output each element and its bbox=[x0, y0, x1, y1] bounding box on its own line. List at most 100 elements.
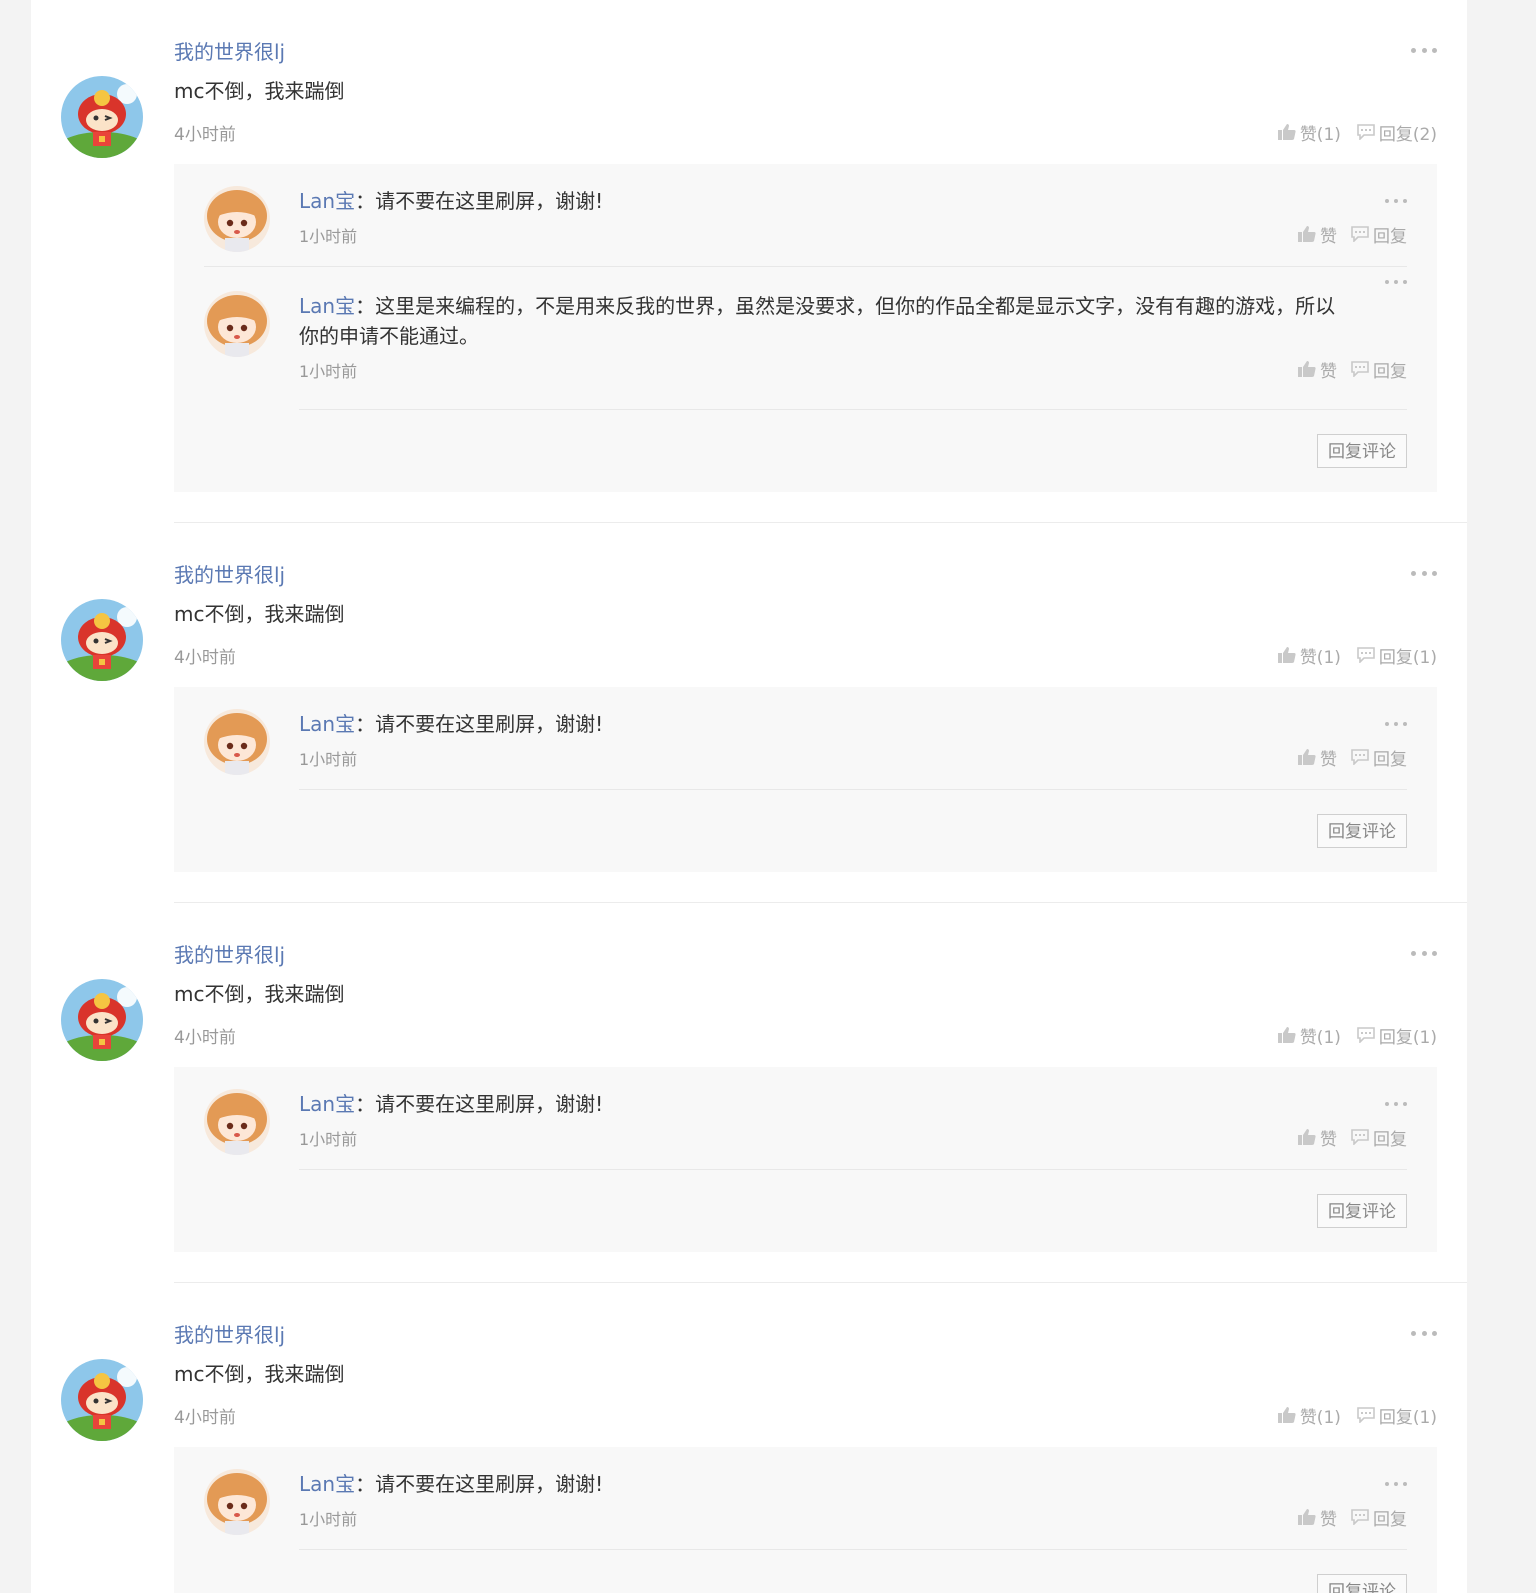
avatar[interactable] bbox=[61, 979, 143, 1061]
comment-author-link[interactable]: 我的世界很lj bbox=[174, 38, 1437, 66]
more-dots-icon[interactable] bbox=[1411, 563, 1437, 583]
more-dots-icon[interactable] bbox=[1385, 1095, 1407, 1113]
reply-count-label: 回复(1) bbox=[1378, 648, 1437, 668]
comment-author-link[interactable]: 我的世界很lj bbox=[174, 941, 1437, 969]
more-dots-icon[interactable] bbox=[1385, 192, 1407, 210]
reply-separator: ： bbox=[355, 1092, 376, 1116]
reply-author-link[interactable]: Lan宝 bbox=[299, 294, 355, 318]
avatar[interactable] bbox=[61, 599, 143, 681]
reply-item: Lan宝：请不要在这里刷屏，谢谢! 1小时前 赞 回复 bbox=[204, 1469, 1407, 1549]
like-label: 赞 bbox=[1320, 227, 1337, 247]
thumbs-up-icon bbox=[1298, 1125, 1316, 1155]
avatar[interactable] bbox=[204, 1089, 270, 1155]
comment-item: 我的世界很lj mc不倒，我来踹倒 4小时前 赞(1) 回复(2) Lan宝：请… bbox=[31, 0, 1467, 522]
comment-author-link[interactable]: 我的世界很lj bbox=[174, 1321, 1437, 1349]
reply-comment-button[interactable]: 回复评论 bbox=[1317, 814, 1407, 848]
reply-timestamp: 1小时前 bbox=[299, 750, 358, 769]
comment-timestamp: 4小时前 bbox=[174, 125, 236, 145]
more-dots-icon[interactable] bbox=[1411, 40, 1437, 60]
reply-button[interactable]: 回复 bbox=[1351, 357, 1407, 387]
reply-comment-button[interactable]: 回复评论 bbox=[1317, 1574, 1407, 1593]
reply-button[interactable]: 回复 bbox=[1351, 745, 1407, 775]
comment-item: 我的世界很lj mc不倒，我来踹倒 4小时前 赞(1) 回复(1) Lan宝：请… bbox=[61, 522, 1467, 902]
reply-count-label: 回复(1) bbox=[1378, 1408, 1437, 1428]
thumbs-up-icon bbox=[1298, 357, 1316, 387]
thumbs-up-icon bbox=[1277, 1023, 1296, 1053]
reply-timestamp: 1小时前 bbox=[299, 227, 358, 246]
reply-button[interactable]: 回复 bbox=[1351, 1125, 1407, 1155]
reply-comment-button[interactable]: 回复评论 bbox=[1317, 434, 1407, 468]
comment-timestamp: 4小时前 bbox=[174, 1028, 236, 1048]
reply-label: 回复 bbox=[1373, 1510, 1407, 1530]
more-dots-icon[interactable] bbox=[1385, 715, 1407, 733]
avatar[interactable] bbox=[204, 186, 270, 252]
avatar[interactable] bbox=[204, 291, 270, 357]
thumbs-up-icon bbox=[1298, 745, 1316, 775]
reply-author-link[interactable]: Lan宝 bbox=[299, 1472, 355, 1496]
reply-label: 回复 bbox=[1373, 1130, 1407, 1150]
reply-item: Lan宝：请不要在这里刷屏，谢谢! 1小时前 赞 回复 bbox=[204, 1089, 1407, 1169]
more-dots-icon[interactable] bbox=[1411, 1323, 1437, 1343]
reply-content: Lan宝：这里是来编程的，不是用来反我的世界，虽然是没要求，但你的作品全都是显示… bbox=[299, 291, 1407, 351]
like-button[interactable]: 赞 bbox=[1298, 222, 1337, 252]
like-button[interactable]: 赞(1) bbox=[1277, 120, 1341, 150]
like-label: 赞 bbox=[1320, 750, 1337, 770]
speech-bubble-icon bbox=[1351, 1505, 1369, 1535]
speech-bubble-icon bbox=[1351, 222, 1369, 252]
avatar[interactable] bbox=[61, 76, 143, 158]
reply-label: 回复 bbox=[1373, 227, 1407, 247]
avatar[interactable] bbox=[61, 1359, 143, 1441]
avatar[interactable] bbox=[204, 1469, 270, 1535]
reply-thread: Lan宝：请不要在这里刷屏，谢谢! 1小时前 赞 回复 回复评论 bbox=[174, 1067, 1437, 1252]
comment-author-link[interactable]: 我的世界很lj bbox=[174, 561, 1437, 589]
reply-toggle-button[interactable]: 回复(1) bbox=[1357, 643, 1437, 673]
like-button[interactable]: 赞 bbox=[1298, 1125, 1337, 1155]
comment-item: 我的世界很lj mc不倒，我来踹倒 4小时前 赞(1) 回复(1) Lan宝：请… bbox=[61, 902, 1467, 1282]
reply-separator: ： bbox=[355, 712, 376, 736]
speech-bubble-icon bbox=[1351, 357, 1369, 387]
reply-timestamp: 1小时前 bbox=[299, 362, 358, 381]
speech-bubble-icon bbox=[1357, 120, 1375, 150]
reply-separator: ： bbox=[355, 189, 376, 213]
comment-item: 我的世界很lj mc不倒，我来踹倒 4小时前 赞(1) 回复(1) Lan宝：请… bbox=[61, 1282, 1467, 1593]
speech-bubble-icon bbox=[1357, 1403, 1375, 1433]
reply-toggle-button[interactable]: 回复(1) bbox=[1357, 1403, 1437, 1433]
like-button[interactable]: 赞 bbox=[1298, 1505, 1337, 1535]
reply-text: 请不要在这里刷屏，谢谢! bbox=[375, 1472, 604, 1496]
reply-toggle-button[interactable]: 回复(2) bbox=[1357, 120, 1437, 150]
like-button[interactable]: 赞 bbox=[1298, 357, 1337, 387]
speech-bubble-icon bbox=[1351, 1125, 1369, 1155]
reply-content: Lan宝：请不要在这里刷屏，谢谢! bbox=[299, 1089, 1407, 1119]
reply-button[interactable]: 回复 bbox=[1351, 1505, 1407, 1535]
like-label: 赞(1) bbox=[1299, 648, 1341, 668]
speech-bubble-icon bbox=[1357, 1023, 1375, 1053]
reply-author-link[interactable]: Lan宝 bbox=[299, 189, 355, 213]
avatar[interactable] bbox=[204, 709, 270, 775]
speech-bubble-icon bbox=[1357, 643, 1375, 673]
reply-comment-button[interactable]: 回复评论 bbox=[1317, 1194, 1407, 1228]
reply-text: 请不要在这里刷屏，谢谢! bbox=[375, 712, 604, 736]
reply-author-link[interactable]: Lan宝 bbox=[299, 712, 355, 736]
more-dots-icon[interactable] bbox=[1411, 943, 1437, 963]
like-button[interactable]: 赞(1) bbox=[1277, 643, 1341, 673]
like-button[interactable]: 赞(1) bbox=[1277, 1403, 1341, 1433]
like-button[interactable]: 赞 bbox=[1298, 745, 1337, 775]
reply-text: 请不要在这里刷屏，谢谢! bbox=[375, 1092, 604, 1116]
reply-timestamp: 1小时前 bbox=[299, 1130, 358, 1149]
thumbs-up-icon bbox=[1298, 222, 1316, 252]
reply-item: Lan宝：这里是来编程的，不是用来反我的世界，虽然是没要求，但你的作品全都是显示… bbox=[204, 266, 1407, 387]
reply-item: Lan宝：请不要在这里刷屏，谢谢! 1小时前 赞 回复 bbox=[204, 186, 1407, 266]
reply-count-label: 回复(2) bbox=[1378, 125, 1437, 145]
reply-toggle-button[interactable]: 回复(1) bbox=[1357, 1023, 1437, 1053]
like-label: 赞 bbox=[1320, 1510, 1337, 1530]
comment-timestamp: 4小时前 bbox=[174, 1408, 236, 1428]
reply-author-link[interactable]: Lan宝 bbox=[299, 1092, 355, 1116]
comment-text: mc不倒，我来踹倒 bbox=[174, 79, 345, 103]
more-dots-icon[interactable] bbox=[1385, 273, 1407, 291]
like-button[interactable]: 赞(1) bbox=[1277, 1023, 1341, 1053]
reply-button[interactable]: 回复 bbox=[1351, 222, 1407, 252]
reply-thread: Lan宝：请不要在这里刷屏，谢谢! 1小时前 赞 回复 回复评论 bbox=[174, 687, 1437, 872]
reply-separator: ： bbox=[355, 1472, 376, 1496]
reply-count-label: 回复(1) bbox=[1378, 1028, 1437, 1048]
more-dots-icon[interactable] bbox=[1385, 1475, 1407, 1493]
